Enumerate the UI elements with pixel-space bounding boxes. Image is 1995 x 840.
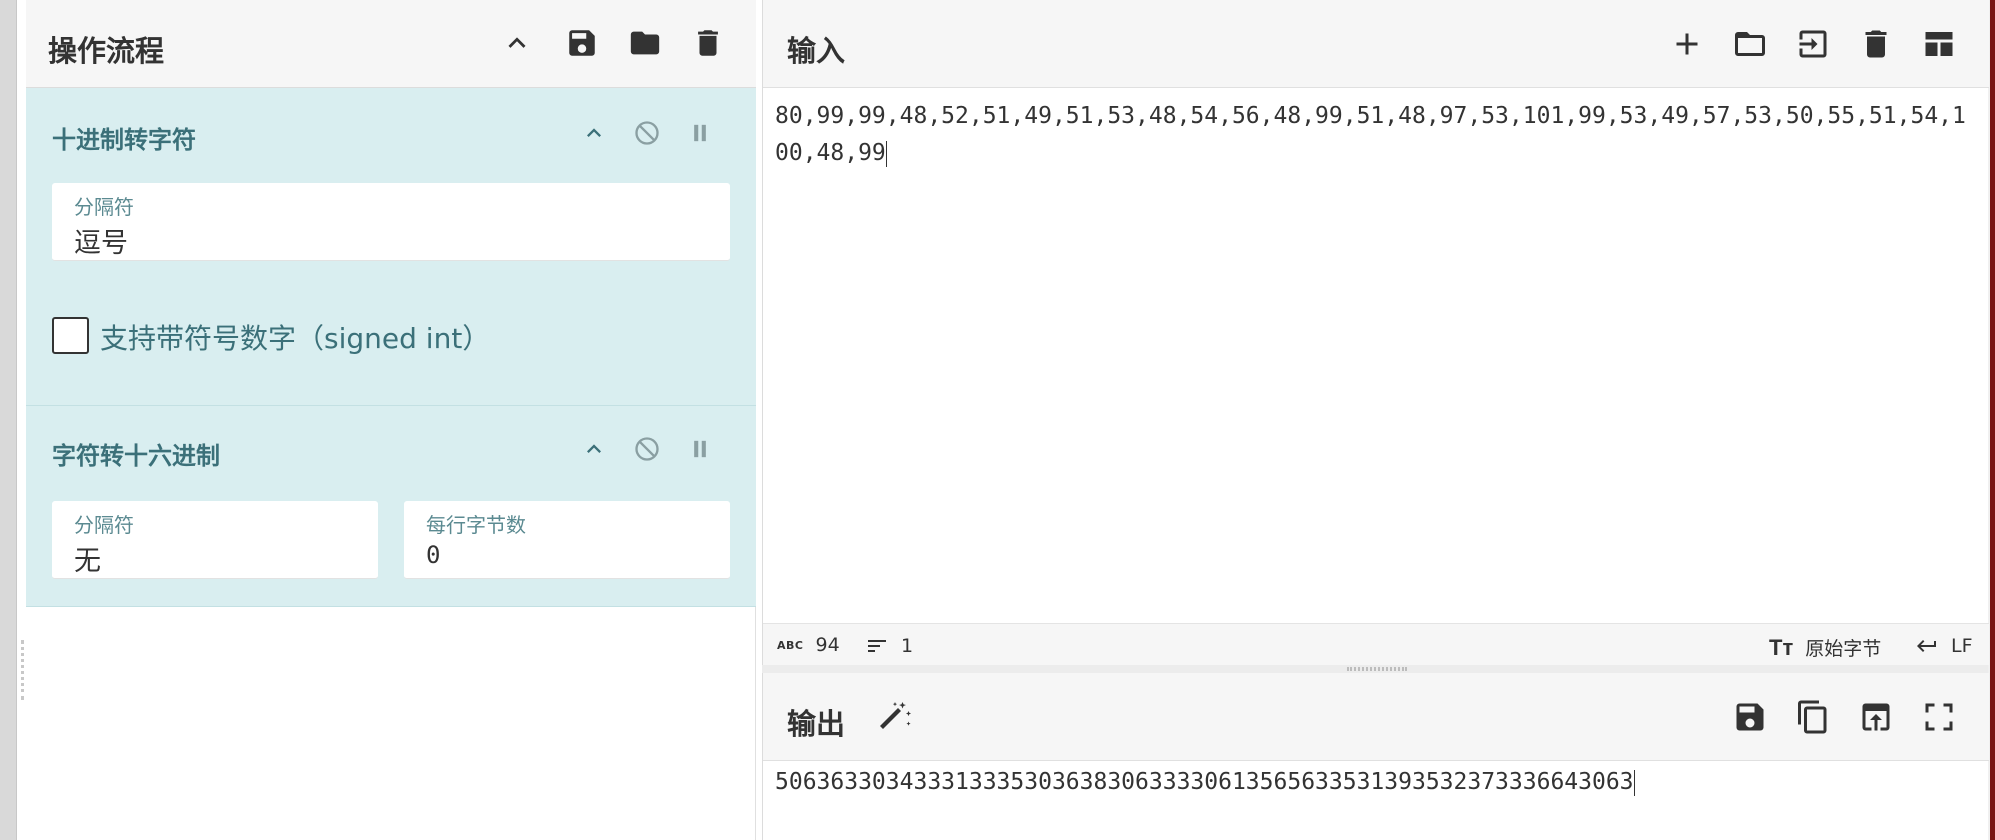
magic-wand-icon[interactable] (873, 695, 917, 739)
input-header: 输入 (763, 0, 1989, 88)
eol-selector[interactable]: LF (1915, 634, 1973, 658)
text-caret (1633, 769, 1635, 796)
output-textarea[interactable]: 5063633034333133353036383063333061356563… (775, 769, 1635, 796)
text-size-icon: Tт (1769, 634, 1794, 660)
layout-icon[interactable] (1917, 22, 1961, 66)
save-icon[interactable] (561, 22, 603, 64)
lines-icon (868, 640, 886, 652)
encoding-selector[interactable]: Tт 原始字节 (1769, 634, 1881, 661)
field-label: 分隔符 (74, 513, 134, 537)
field-value: 0 (426, 541, 441, 569)
output-header: 输出 (763, 673, 1989, 761)
line-count-value: 1 (901, 635, 914, 657)
fullscreen-icon[interactable] (1917, 695, 1961, 739)
input-status-bar: ABC 94 1 Tт 原始字节 LF (763, 623, 1989, 665)
recipe-panel: 操作流程 十进制转字符 分隔符 逗号 支持带符号数字（signed int） 字… (26, 0, 756, 840)
plus-icon[interactable] (1665, 22, 1709, 66)
copy-icon[interactable] (1791, 695, 1835, 739)
save-icon[interactable] (1728, 695, 1772, 739)
right-edge-strip (1990, 0, 1995, 840)
field-value: 无 (74, 546, 101, 577)
field-value: 逗号 (74, 228, 128, 259)
line-count: 1 (865, 634, 913, 658)
input-title: 输入 (787, 34, 846, 68)
field-label: 分隔符 (74, 195, 134, 219)
recipe-header: 操作流程 (26, 0, 756, 88)
trash-icon[interactable] (687, 22, 729, 64)
divider-grip[interactable] (1347, 667, 1407, 671)
output-content: 5063633034333133353036383063333061356563… (775, 769, 1634, 795)
recipe-title: 操作流程 (48, 34, 165, 68)
chevron-up-icon[interactable] (577, 116, 611, 150)
trash-icon[interactable] (1854, 22, 1898, 66)
text-caret (885, 140, 887, 167)
eol-value: LF (1951, 635, 1973, 657)
abc-icon: ABC (777, 638, 804, 652)
io-divider[interactable] (762, 665, 1988, 673)
bytes-per-line-field[interactable]: 每行字节数 0 (404, 501, 730, 579)
operation-title: 十进制转字符 (52, 126, 196, 154)
char-count-value: 94 (815, 634, 840, 656)
pause-icon[interactable] (683, 116, 717, 150)
encoding-value: 原始字节 (1805, 638, 1882, 660)
input-content: 80,99,99,48,52,51,49,51,53,48,54,56,48,9… (775, 103, 1966, 166)
delimiter-field[interactable]: 分隔符 逗号 (52, 183, 730, 261)
delimiter-field[interactable]: 分隔符 无 (52, 501, 378, 579)
panel-resize-handle[interactable] (21, 640, 24, 700)
left-edge-strip (0, 0, 17, 840)
return-icon (1917, 640, 1936, 652)
operation-to-hex: 字符转十六进制 分隔符 无 每行字节数 0 (26, 406, 756, 607)
input-textarea[interactable]: 80,99,99,48,52,51,49,51,53,48,54,56,48,9… (775, 98, 1975, 172)
char-count: ABC 94 (777, 634, 840, 656)
signed-int-checkbox[interactable] (52, 317, 89, 354)
operation-from-decimal: 十进制转字符 分隔符 逗号 支持带符号数字（signed int） (26, 88, 756, 406)
folder-open-icon[interactable] (1728, 22, 1772, 66)
import-icon[interactable] (1791, 22, 1835, 66)
output-title: 输出 (787, 707, 846, 741)
checkbox-label: 支持带符号数字（signed int） (100, 322, 491, 355)
input-panel: 输入 80,99,99,48,52,51,49,51,53,48,54,56,4… (762, 0, 1989, 665)
disable-icon[interactable] (630, 116, 664, 150)
chevron-up-icon[interactable] (577, 432, 611, 466)
chevron-up-icon[interactable] (496, 22, 538, 64)
folder-icon[interactable] (624, 22, 666, 64)
field-label: 每行字节数 (426, 513, 526, 537)
pause-icon[interactable] (683, 432, 717, 466)
replace-input-icon[interactable] (1854, 695, 1898, 739)
operation-title: 字符转十六进制 (52, 442, 220, 470)
disable-icon[interactable] (630, 432, 664, 466)
output-panel: 输出 5063633034333133353036383063333061356… (762, 673, 1989, 840)
